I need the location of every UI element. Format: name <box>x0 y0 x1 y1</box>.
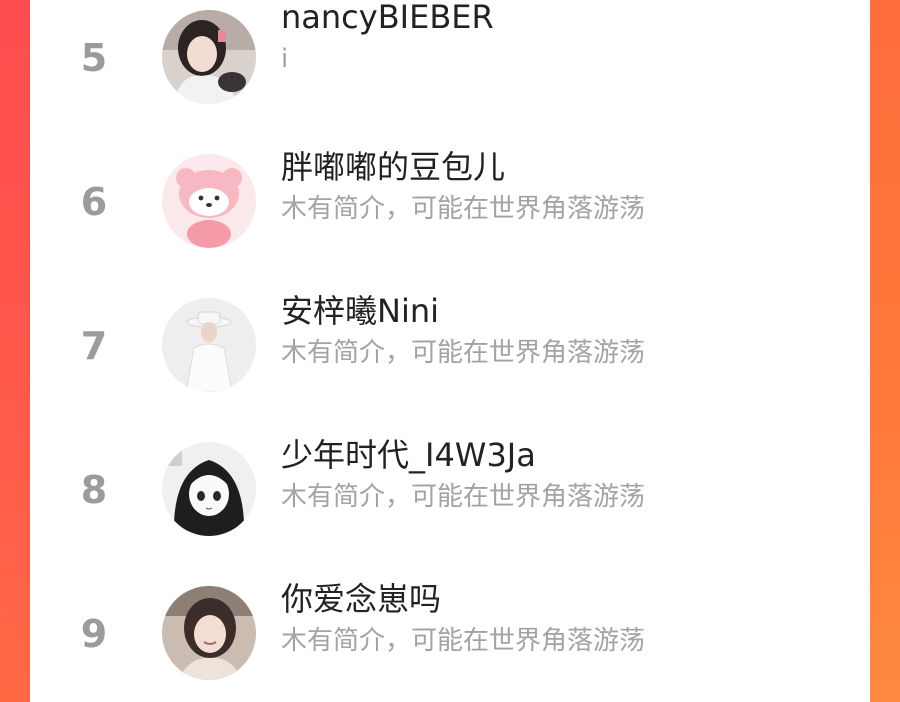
user-bio: 木有简介，可能在世界角落游荡 <box>281 482 646 512</box>
user-avatar[interactable] <box>162 298 256 392</box>
user-avatar[interactable] <box>162 10 256 104</box>
user-avatar[interactable] <box>162 586 256 680</box>
user-photo-avatar <box>162 298 256 392</box>
ranking-row[interactable]: 6 胖嘟嘟的豆包儿 木有简介，可能在世界角落游荡 <box>30 130 870 274</box>
ranking-row[interactable]: 5 nancyBIEBER i <box>30 0 870 130</box>
user-bio: 木有简介，可能在世界角落游荡 <box>281 626 646 656</box>
ranking-row[interactable]: 8 少年时代_I4W3Ja 木有简介，可能在世界角落游荡 <box>30 418 870 562</box>
pink-bear-avatar <box>162 154 256 248</box>
user-bio: i <box>281 44 289 74</box>
user-name[interactable]: 少年时代_I4W3Ja <box>281 430 841 476</box>
rank-number: 9 <box>80 612 108 656</box>
user-photo-avatar <box>162 10 256 104</box>
user-name[interactable]: 你爱念崽吗 <box>281 574 841 620</box>
rank-number: 6 <box>80 180 108 224</box>
user-bio: 木有简介，可能在世界角落游荡 <box>281 194 646 224</box>
rank-number: 8 <box>80 468 108 512</box>
rank-number: 5 <box>80 36 108 80</box>
user-name[interactable]: nancyBIEBER <box>281 0 841 36</box>
anime-girl-avatar <box>162 442 256 536</box>
background-gradient-left <box>0 0 30 702</box>
user-photo-avatar <box>162 586 256 680</box>
ranking-row[interactable]: 7 安梓曦Nini 木有简介，可能在世界角落游荡 <box>30 274 870 418</box>
user-avatar[interactable] <box>162 442 256 536</box>
user-bio: 木有简介，可能在世界角落游荡 <box>281 338 646 368</box>
user-name[interactable]: 安梓曦Nini <box>281 286 841 332</box>
background-gradient-right <box>870 0 900 702</box>
rank-number: 7 <box>80 324 108 368</box>
user-name[interactable]: 胖嘟嘟的豆包儿 <box>281 142 841 188</box>
ranking-row[interactable]: 9 你爱念崽吗 木有简介，可能在世界角落游荡 <box>30 562 870 702</box>
user-avatar[interactable] <box>162 154 256 248</box>
ranking-list: 5 nancyBIEBER i 6 胖嘟嘟的豆包儿 木有简介，可能在世界角落游荡… <box>30 0 870 702</box>
